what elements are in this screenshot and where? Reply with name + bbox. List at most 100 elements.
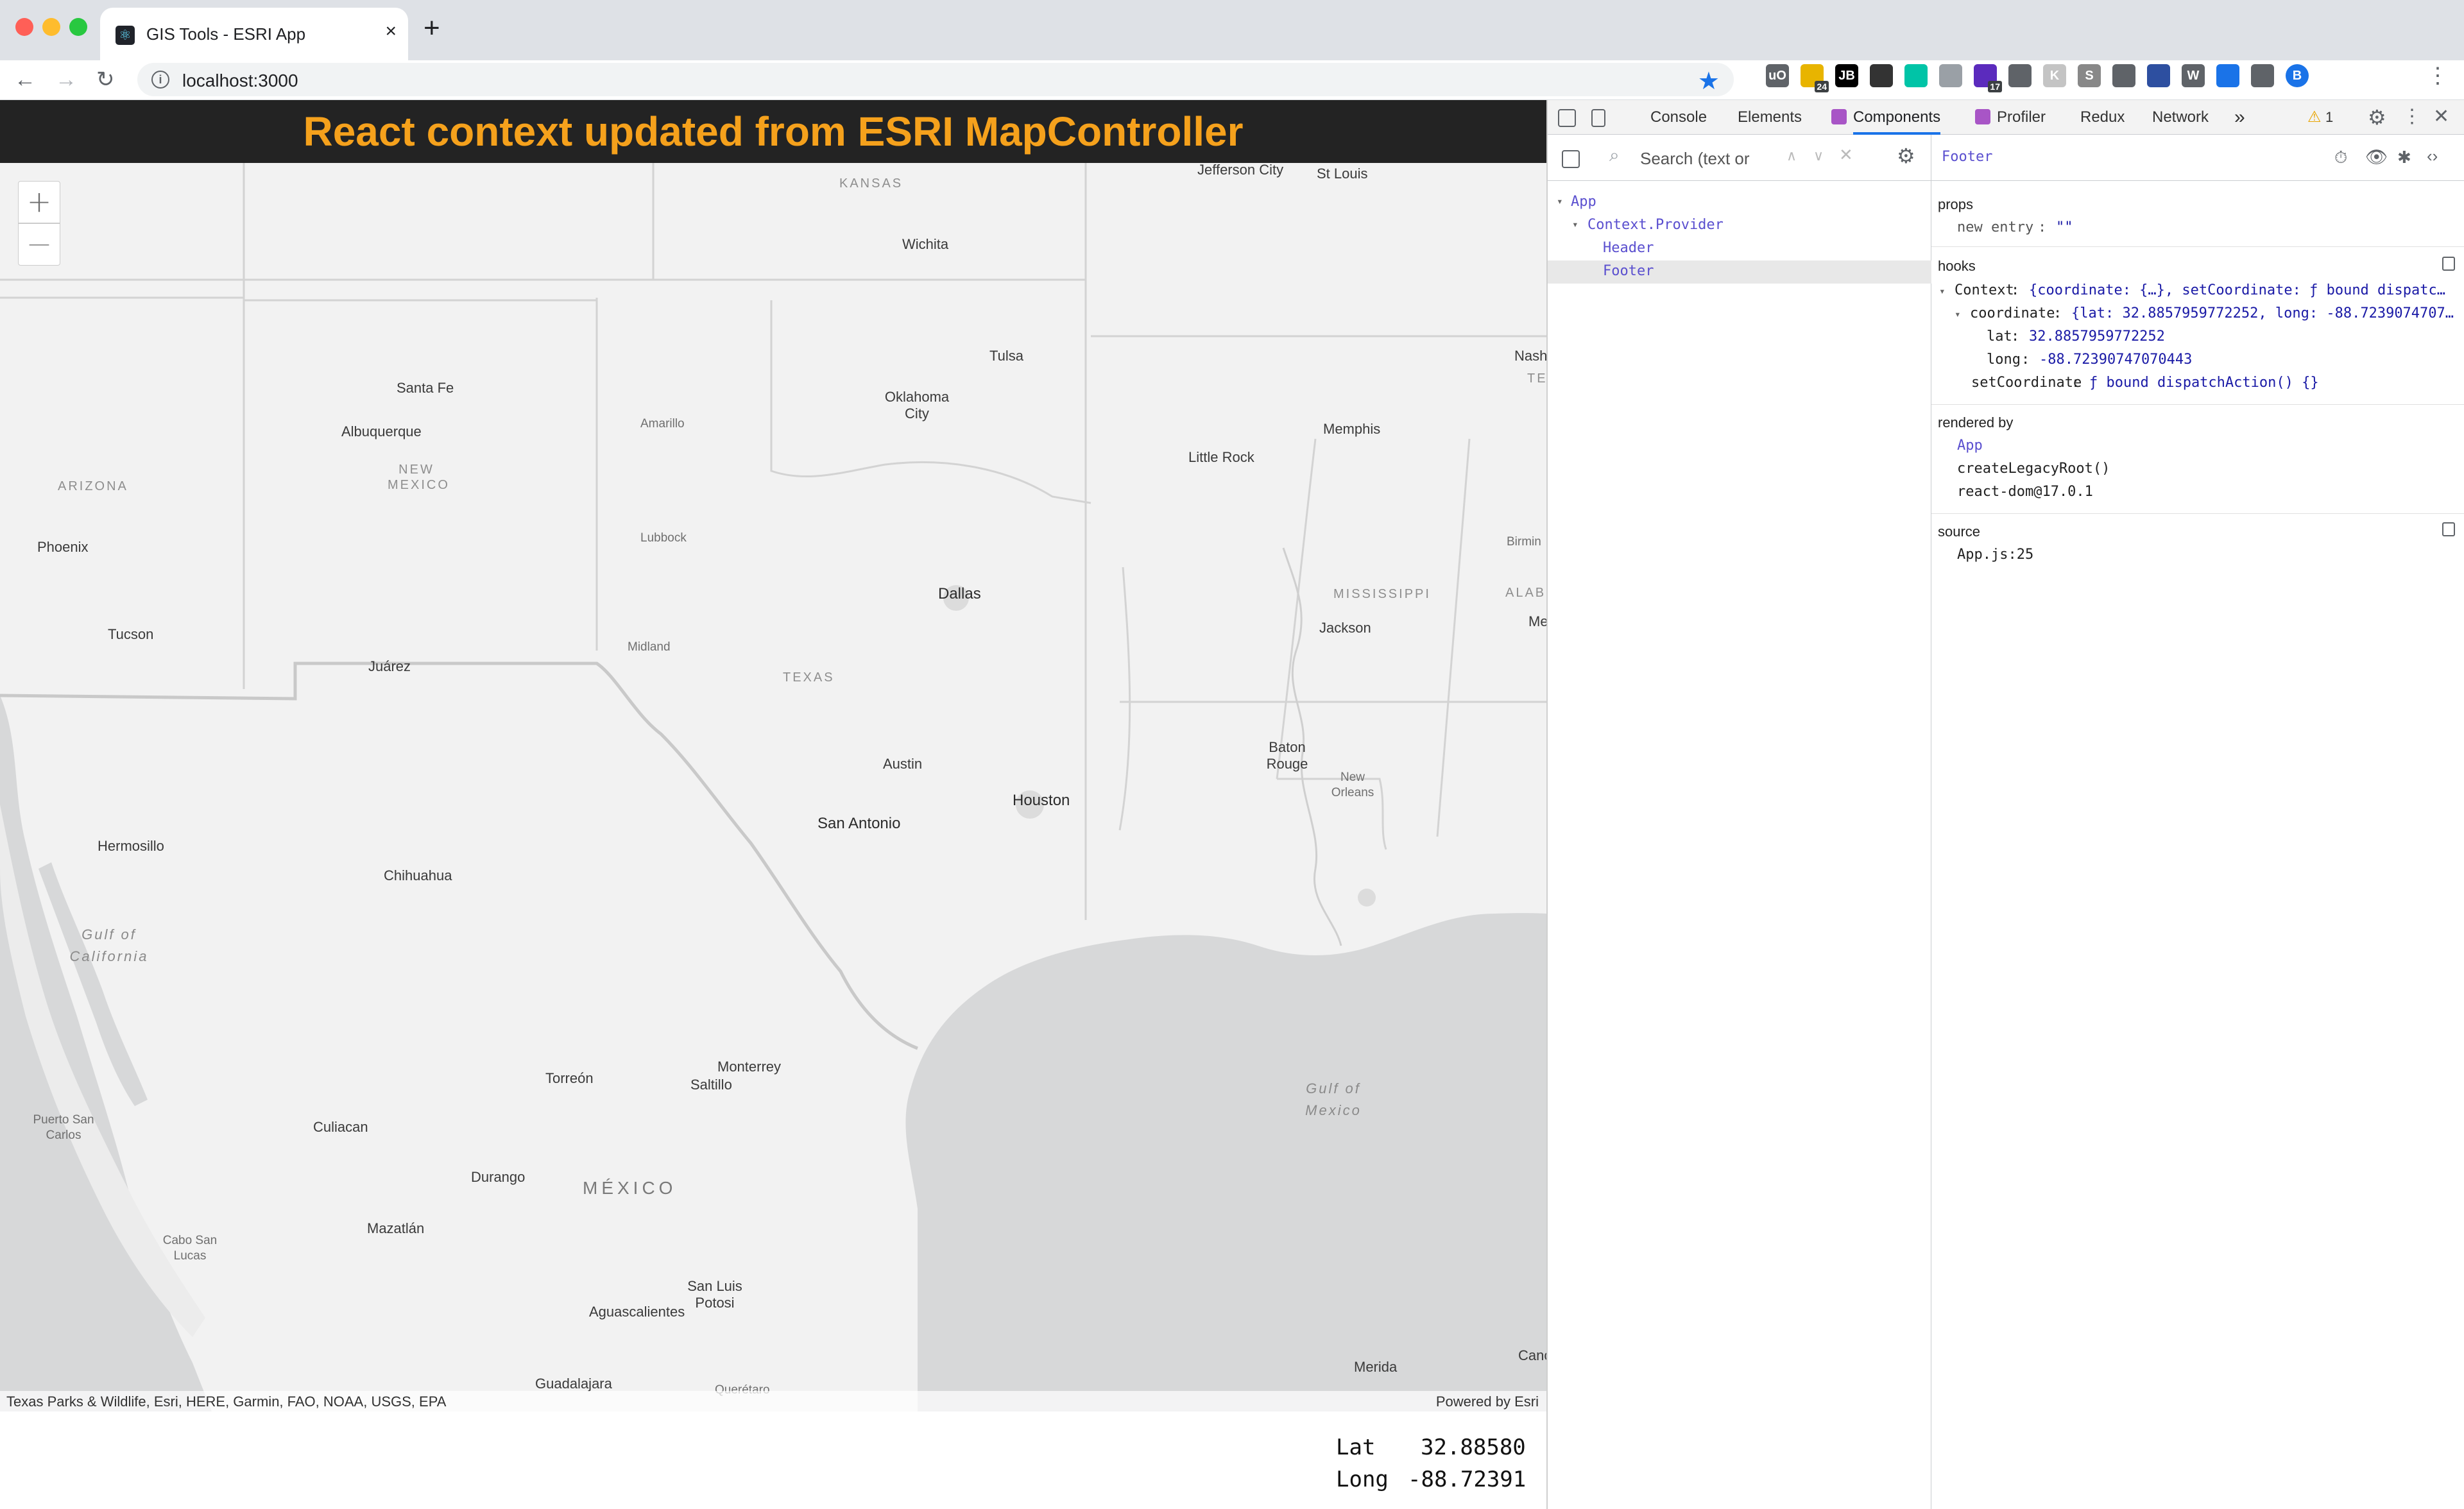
puzzle-icon[interactable]	[2251, 64, 2274, 87]
browser-tab[interactable]: ⚛ GIS Tools - ESRI App ×	[100, 8, 408, 62]
tree-node-context-provider[interactable]: ▾ Context.Provider	[1548, 214, 1931, 237]
component-search-input[interactable]: Search (text or	[1640, 149, 1750, 169]
tree-node-label: Header	[1603, 240, 1654, 256]
map-city-label: Lubbock	[640, 531, 687, 545]
tab-elements[interactable]: Elements	[1738, 100, 1802, 135]
eye-icon[interactable]: 👁	[2365, 146, 2388, 167]
maximize-window-button[interactable]	[69, 18, 87, 36]
tab-network[interactable]: Network	[2152, 100, 2209, 135]
hook-value[interactable]: {coordinate: {…}, setCoordinate: ƒ bound…	[2029, 282, 2445, 298]
long-label: Long	[1336, 1467, 1389, 1492]
esri-map-view[interactable]: + — Jefferson City St Louis Wichita Tuls…	[0, 163, 1546, 1411]
tree-node-app[interactable]: ▾ App	[1548, 191, 1931, 214]
view-source-icon[interactable]: ‹›	[2427, 146, 2438, 166]
map-region-label: NEW MEXICO	[388, 463, 450, 492]
close-window-button[interactable]	[15, 18, 33, 36]
ublock-icon[interactable]: uO	[1766, 64, 1789, 87]
shield-icon[interactable]	[2112, 64, 2135, 87]
map-city-label: Midland	[628, 640, 671, 654]
new-tab-button[interactable]: +	[424, 14, 440, 42]
tree-node-header[interactable]: Header	[1548, 237, 1931, 260]
minimize-window-button[interactable]	[42, 18, 60, 36]
address-bar[interactable]: i localhost:3000 ★	[137, 63, 1734, 96]
more-tabs-button[interactable]: »	[2234, 100, 2245, 135]
map-city-label: Guadalajara	[535, 1376, 612, 1392]
tab-console[interactable]: Console	[1650, 100, 1707, 135]
collapse-arrow-icon[interactable]: ▾	[1572, 218, 1579, 230]
k-icon[interactable]: K	[2043, 64, 2066, 87]
react-shield-icon[interactable]	[2147, 64, 2170, 87]
rendered-by-item[interactable]: App	[1957, 438, 1983, 454]
next-result-icon[interactable]: ∨	[1813, 148, 1824, 164]
clear-search-icon[interactable]: ✕	[1839, 145, 1853, 165]
devtools-menu-icon[interactable]: ⋮	[2402, 105, 2422, 128]
prev-result-icon[interactable]: ∧	[1786, 148, 1797, 164]
hook-value[interactable]: ƒ bound dispatchAction() {}	[2089, 375, 2319, 391]
tree-node-footer[interactable]: Footer	[1548, 260, 1931, 284]
back-arrow-icon[interactable]: ←	[14, 67, 36, 92]
stopwatch-icon[interactable]: ⏱	[2334, 148, 2347, 168]
map-region-label: MÉXICO	[583, 1178, 677, 1198]
zoom-out-button[interactable]: —	[18, 223, 60, 266]
select-component-icon[interactable]	[1562, 150, 1580, 168]
lat-value: 32.88580	[1421, 1435, 1526, 1460]
map-city-label: Juárez	[368, 658, 411, 674]
prop-colon: :	[2038, 219, 2047, 235]
source-section-title: source	[1938, 524, 1981, 540]
hook-colon: :	[2053, 305, 2062, 321]
site-info-icon[interactable]: i	[151, 71, 169, 89]
triangle-icon[interactable]	[2216, 64, 2239, 87]
bookmark-star-icon[interactable]: ★	[1698, 67, 1720, 96]
settings-gear-icon[interactable]: ⚙	[2368, 105, 2386, 130]
prop-value[interactable]: ""	[2056, 219, 2073, 235]
warning-count[interactable]: 1	[2325, 109, 2333, 126]
s-icon[interactable]: S	[2078, 64, 2101, 87]
expand-arrow-icon[interactable]: ▾	[1955, 308, 1961, 320]
hook-key: long	[1987, 352, 2021, 368]
collapse-arrow-icon[interactable]: ▾	[1557, 195, 1563, 207]
browser-tab-bar: ⚛ GIS Tools - ESRI App × +	[0, 0, 2464, 62]
forward-arrow-icon[interactable]: →	[55, 67, 77, 92]
source-location[interactable]: App.js:25	[1957, 547, 2033, 563]
jetbrains-icon[interactable]: JB	[1835, 64, 1858, 87]
map-city-label: Culiacan	[313, 1119, 368, 1135]
tab-components[interactable]: Components	[1853, 100, 1941, 135]
warning-icon[interactable]: ⚠	[2307, 108, 2322, 126]
map-city-label: St Louis	[1317, 166, 1368, 182]
hat-icon[interactable]: 17	[1974, 64, 2002, 92]
diamond-icon[interactable]	[1904, 64, 1928, 87]
hook-key: coordinate	[1970, 305, 2055, 321]
inspect-element-icon[interactable]	[1558, 109, 1576, 127]
reload-icon[interactable]: ↻	[96, 67, 115, 92]
close-devtools-icon[interactable]: ✕	[2433, 105, 2449, 128]
map-region-label: TE	[1527, 371, 1546, 386]
url-text[interactable]: localhost:3000	[182, 71, 298, 91]
map-city-label: Oklahoma City	[884, 389, 950, 422]
chrome-menu-icon[interactable]: ⋮	[2427, 64, 2449, 87]
tab-title: GIS Tools - ESRI App	[146, 24, 306, 44]
copy-source-icon[interactable]	[2442, 522, 2455, 536]
hook-value[interactable]: -88.72390747070443	[2039, 352, 2192, 368]
map-city-label: Hermosillo	[98, 838, 164, 854]
hook-value[interactable]: {lat: 32.8857959772252, long: -88.723907…	[2071, 305, 2454, 321]
powered-by-esri[interactable]: Powered by Esri	[1436, 1394, 1539, 1410]
map-city-label: Santa Fe	[397, 380, 454, 396]
map-city-label: Austin	[883, 756, 923, 772]
doc-icon[interactable]	[1939, 64, 1962, 87]
zoom-in-button[interactable]: +	[18, 181, 60, 223]
lat-label: Lat	[1336, 1435, 1376, 1460]
device-toolbar-icon[interactable]	[1591, 109, 1605, 127]
tree-settings-gear-icon[interactable]: ⚙	[1897, 144, 1915, 168]
w-icon[interactable]: W	[2182, 64, 2205, 87]
profile-icon[interactable]: B	[2286, 64, 2309, 87]
tab-redux[interactable]: Redux	[2080, 100, 2125, 135]
tab-close-icon[interactable]: ×	[385, 21, 397, 42]
bug-icon[interactable]: ✱	[2397, 148, 2411, 167]
badge-ext-icon[interactable]: 24	[1801, 64, 1829, 92]
tab-profiler[interactable]: Profiler	[1997, 100, 2046, 135]
hook-value[interactable]: 32.8857959772252	[2029, 328, 2165, 345]
copy-hooks-icon[interactable]	[2442, 257, 2455, 271]
cube-icon[interactable]	[1870, 64, 1893, 87]
expand-arrow-icon[interactable]: ▾	[1939, 285, 1946, 297]
moon-icon[interactable]	[2008, 64, 2032, 87]
